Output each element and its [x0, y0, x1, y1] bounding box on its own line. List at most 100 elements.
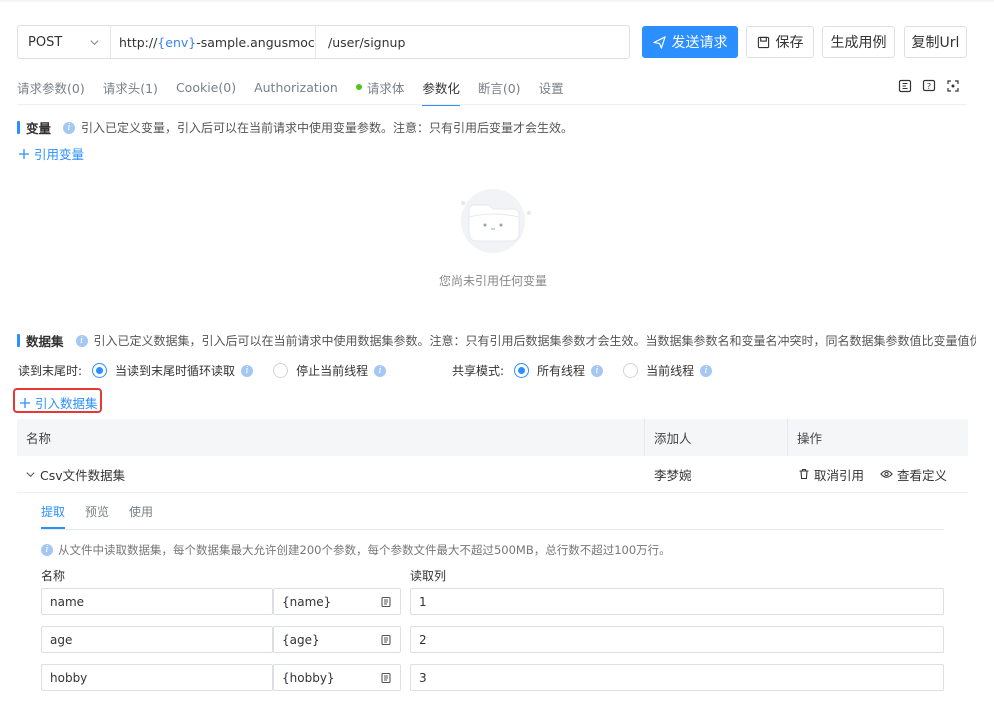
- path-input[interactable]: /user/signup: [316, 35, 417, 50]
- info-icon: i: [700, 364, 713, 377]
- tab-headers[interactable]: 请求头(1): [103, 76, 158, 98]
- share-mode-label: 共享模式:: [452, 364, 505, 378]
- subtab-usage[interactable]: 使用: [129, 503, 153, 520]
- dataset-note: i 从文件中读取数据集，每个数据集最大允许创建200个参数，每个参数文件最大不超…: [41, 542, 671, 558]
- datasets-title: 数据集: [26, 334, 64, 349]
- read-end-radio-group: 读到末尾时: 当读到末尾时循环读取 i 停止当前线程 i: [18, 362, 387, 379]
- param-ref-field[interactable]: {name}: [273, 588, 401, 615]
- variables-title: 变量: [26, 121, 52, 136]
- tab-parameterization[interactable]: 参数化: [422, 76, 460, 106]
- method-value: POST: [28, 34, 63, 50]
- radio-current-thread-label: 当前线程: [646, 364, 695, 378]
- tab-toolbar: ?: [898, 79, 960, 93]
- add-dataset-link[interactable]: 引入数据集: [19, 393, 98, 412]
- copy-url-label: 复制Url: [911, 35, 960, 51]
- eye-icon: [880, 470, 893, 478]
- radio-stop-thread-label: 停止当前线程: [296, 364, 369, 378]
- info-icon: i: [41, 544, 53, 556]
- copy-icon[interactable]: [380, 596, 392, 608]
- add-variable-link[interactable]: 引用变量: [18, 144, 84, 163]
- variables-section-header: 变量 i 引入已定义变量，引入后可以在当前请求中使用变量参数。注意：只有引用后变…: [17, 118, 573, 137]
- add-variable-label: 引用变量: [34, 147, 85, 162]
- empty-state-text: 您尚未引用任何变量: [438, 274, 547, 288]
- read-end-label: 读到末尾时:: [18, 364, 83, 378]
- radio-loop-read-label: 当读到末尾时循环读取: [115, 364, 236, 378]
- radio-all-threads[interactable]: [514, 363, 530, 378]
- radio-loop-read[interactable]: [92, 363, 108, 378]
- info-icon: i: [591, 364, 604, 377]
- status-dot-icon: [355, 84, 362, 90]
- param-column-field[interactable]: 1: [410, 588, 944, 615]
- column-header-owner: 添加人: [645, 419, 788, 456]
- tab-divider: [17, 104, 967, 105]
- section-bar: [17, 334, 20, 347]
- copy-icon[interactable]: [380, 672, 392, 684]
- host-input[interactable]: http://{env}-sample.angusmock.clou: [111, 26, 316, 58]
- tab-cookie[interactable]: Cookie(0): [176, 76, 236, 98]
- plus-icon: [20, 397, 30, 408]
- variables-hint: 引入已定义变量，引入后可以在当前请求中使用变量参数。注意：只有引用后变量才会生效…: [81, 121, 574, 135]
- send-request-button[interactable]: 发送请求: [642, 26, 738, 58]
- share-mode-radio-group: 共享模式: 所有线程 i 当前线程 i: [452, 362, 713, 379]
- table-row: Csv文件数据集 李梦婉 取消引用 查看定义: [17, 456, 968, 493]
- column-header-actions: 操作: [797, 431, 823, 446]
- code-icon[interactable]: [946, 79, 960, 93]
- param-ref-value: {age}: [282, 632, 320, 647]
- tab-body[interactable]: 请求体: [355, 76, 405, 98]
- tab-authorization[interactable]: Authorization: [254, 76, 338, 98]
- host-prefix: http://: [119, 34, 158, 50]
- param-name-field[interactable]: age: [41, 626, 273, 653]
- radio-current-thread[interactable]: [623, 363, 639, 378]
- datasets-hint: 引入已定义数据集，引入后可以在当前请求中使用数据集参数。注意：只有引用后数据集参…: [93, 334, 976, 348]
- dataset-note-text: 从文件中读取数据集，每个数据集最大允许创建200个参数，每个参数文件最大不超过5…: [58, 543, 671, 557]
- dataset-subtabs: 提取 预览 使用: [41, 503, 153, 529]
- param-name-field[interactable]: hobby: [41, 664, 273, 691]
- dataset-actions: 取消引用 查看定义: [788, 465, 968, 484]
- param-column-field[interactable]: 3: [410, 664, 944, 691]
- send-request-label: 发送请求: [671, 35, 728, 51]
- param-header-column: 读取列: [410, 569, 447, 583]
- copy-icon[interactable]: [380, 634, 392, 646]
- param-name-field[interactable]: name: [41, 588, 273, 615]
- cancel-reference-link[interactable]: 取消引用: [814, 465, 864, 484]
- subtab-preview[interactable]: 预览: [85, 503, 109, 520]
- param-ref-value: {name}: [282, 594, 332, 609]
- save-icon: [757, 36, 769, 48]
- save-label: 保存: [775, 35, 804, 51]
- generate-case-button[interactable]: 生成用例: [822, 26, 895, 58]
- radio-all-threads-label: 所有线程: [537, 364, 586, 378]
- tab-params[interactable]: 请求参数(0): [17, 76, 85, 98]
- save-button[interactable]: 保存: [746, 26, 814, 58]
- trash-icon: [799, 468, 809, 480]
- tab-settings[interactable]: 设置: [539, 76, 564, 98]
- svg-text:?: ?: [927, 82, 931, 91]
- subtab-extract[interactable]: 提取: [41, 503, 66, 529]
- request-tabs: 请求参数(0) 请求头(1) Cookie(0) Authorization 请…: [17, 76, 582, 106]
- dataset-owner: 李梦婉: [654, 467, 692, 483]
- param-ref-field[interactable]: {age}: [273, 626, 401, 653]
- top-divider: [0, 0, 994, 2]
- url-bar[interactable]: POST http://{env}-sample.angusmock.clou …: [17, 25, 630, 59]
- tab-assertions[interactable]: 断言(0): [478, 76, 521, 98]
- document-icon[interactable]: [898, 79, 912, 93]
- param-ref-field[interactable]: {hobby}: [273, 664, 401, 691]
- radio-stop-thread[interactable]: [273, 363, 289, 378]
- datasets-section-header: 数据集 i 引入已定义数据集，引入后可以在当前请求中使用数据集参数。注意：只有引…: [17, 331, 976, 350]
- info-icon: i: [75, 334, 88, 347]
- info-icon: i: [241, 364, 254, 377]
- send-icon: [652, 35, 666, 49]
- method-select[interactable]: POST: [18, 26, 111, 58]
- dataset-name-cell[interactable]: Csv文件数据集: [17, 465, 645, 484]
- view-definition-link[interactable]: 查看定义: [897, 465, 947, 484]
- tab-body-label: 请求体: [366, 80, 405, 96]
- help-icon[interactable]: ?: [922, 79, 936, 93]
- param-header-name: 名称: [41, 569, 66, 583]
- info-icon: i: [374, 364, 387, 377]
- param-column-field[interactable]: 2: [410, 626, 944, 653]
- dataset-table-header: 名称 添加人 操作: [17, 419, 968, 456]
- generate-case-label: 生成用例: [830, 35, 887, 51]
- copy-url-button[interactable]: 复制Url: [904, 26, 967, 58]
- column-header-name: 名称: [17, 419, 645, 456]
- chevron-down-icon[interactable]: [25, 469, 36, 480]
- subtab-divider: [41, 529, 944, 530]
